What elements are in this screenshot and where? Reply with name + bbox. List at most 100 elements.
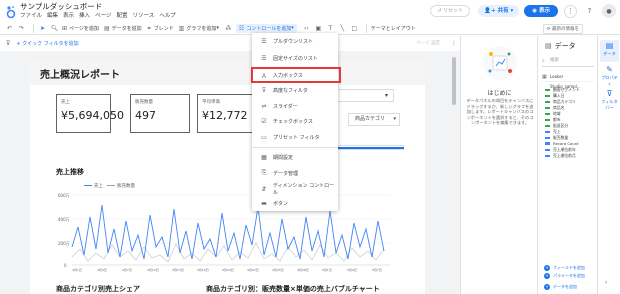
getting-started-description: データパネルの項目をキャンバスにドラッグするか、新しいグラフを追加します。レポー… <box>466 98 534 126</box>
menu-item-data-control[interactable]: ⎘ データ管理 <box>252 167 338 179</box>
image-icon[interactable]: ▣ <box>314 24 323 33</box>
data-panel: ▤ データ ⌕ 検索 ▦ Looker Studio_sampl... 顧客セグメント… <box>537 36 597 294</box>
chevron-right-icon[interactable]: › <box>605 279 607 286</box>
menu-edit[interactable]: 編集 <box>47 12 58 20</box>
chevron-down-icon: ▾ <box>393 116 396 122</box>
date-slider-track[interactable] <box>336 145 404 150</box>
menu-insert[interactable]: 挿入 <box>79 12 90 20</box>
divider <box>365 23 367 33</box>
dimension-icon <box>545 100 550 104</box>
data-search-input[interactable]: ⌕ 検索 <box>542 56 594 67</box>
metric-icon <box>545 130 550 134</box>
dimension-control-icon: ⇵ <box>261 185 267 193</box>
menu-item-advanced-filter[interactable]: ⊽ 高度なフィルタ <box>252 84 338 96</box>
report-title[interactable]: 売上概況レポート <box>40 66 120 81</box>
menu-item-slider[interactable]: ⇌ スライダー <box>252 100 338 112</box>
add-chart-button[interactable]: ▥ グラフを追加 ▾ <box>179 25 219 32</box>
code-icon[interactable]: ‹› <box>302 24 311 33</box>
title-bar: サンプルダッシュボード ファイル 編集 表示 挿入 ページ 配置 リソース ヘル… <box>0 0 620 22</box>
blend-button[interactable]: ⚭ ブレンド <box>147 25 174 32</box>
y-tick-label: 600万 <box>58 193 70 198</box>
x-tick-label: 4月16日 <box>197 268 209 272</box>
scorecard-quantity[interactable]: 販売数量 497 <box>130 94 190 133</box>
select-cursor-icon[interactable]: ➤ <box>38 24 47 33</box>
document-title[interactable]: サンプルダッシュボード <box>20 2 176 11</box>
canvas-scrollbar[interactable] <box>452 57 456 105</box>
menu-item-dropdown-list[interactable]: ☰ プルダウンリスト <box>252 35 338 47</box>
zoom-icon[interactable]: 🔍︎ <box>50 24 59 33</box>
getting-started-illustration-icon <box>483 46 517 80</box>
plus-icon: + <box>544 284 550 290</box>
metric-icon <box>545 148 550 152</box>
undo-icon[interactable]: ↶ <box>5 24 14 33</box>
x-tick-label: 4月22日 <box>247 268 259 272</box>
view-button[interactable]: ◉ 表示 <box>524 5 558 17</box>
menu-item-checkbox[interactable]: ☑ チェックボックス <box>252 115 338 127</box>
add-page-button[interactable]: ⊞ ページを追加 <box>62 25 99 32</box>
add-page-icon: ⊞ <box>62 24 68 32</box>
scorecard-sales[interactable]: 売上 ¥5,694,050 <box>56 94 124 133</box>
menu-resource[interactable]: リソース <box>132 12 154 20</box>
scorecard-value: 497 <box>135 109 156 122</box>
share-button[interactable]: 👤+ 共有 ▾ <box>478 5 520 17</box>
eye-icon: ◉ <box>532 8 539 14</box>
menu-item-date-range[interactable]: ▦ 期間設定 <box>252 151 338 163</box>
menu-help[interactable]: ヘルプ <box>159 12 176 20</box>
dimension-icon <box>545 94 550 98</box>
scorecard-label: 平均単価 <box>202 100 220 105</box>
page-settings-hint: ページ 設定 <box>416 41 440 46</box>
menu-item-preset-filter[interactable]: ▭ プリセット フィルタ <box>252 131 338 143</box>
scorecard-avg-price[interactable]: 平均単価 ¥12,772 <box>197 94 253 133</box>
x-tick-label: 5月4日 <box>347 268 357 272</box>
trend-chart[interactable]: 600万 400万 200万 0 4月1日 4月4日 4月7日 4月10日 4月… <box>52 187 392 273</box>
add-data-link[interactable]: + データを追加 <box>544 284 577 290</box>
more-icon[interactable]: ⋮ <box>451 40 457 47</box>
bubble-chart-title: 商品カテゴリ別：販売数量×単価の売上バブルチャート <box>206 285 380 293</box>
report-canvas[interactable]: 売上概況レポート 売上 ¥5,694,050 販売数量 497 平均単価 ¥12… <box>0 51 460 294</box>
avatar[interactable]: ● <box>602 4 616 18</box>
menu-item-button[interactable]: ▬ ボタン <box>252 197 338 209</box>
dropdown-control[interactable]: ▾ <box>334 89 394 102</box>
y-axis-labels: 600万 400万 200万 0 <box>58 193 70 268</box>
field-item[interactable]: Record Count <box>545 141 579 146</box>
menu-item-dimension-control[interactable]: ⇵ ディメンション コントロール <box>252 183 338 196</box>
add-data-button[interactable]: ▤ データを追加 <box>104 25 142 32</box>
tab-data[interactable]: ▤ データ <box>600 40 619 62</box>
category-control[interactable]: 商品カテゴリ ▾ <box>348 113 400 126</box>
text-icon[interactable]: T <box>326 24 335 33</box>
tab-filter-bar[interactable]: ⊽ フィルタ バー <box>600 88 619 110</box>
app-window: サンプルダッシュボード ファイル 編集 表示 挿入 ページ 配置 リソース ヘル… <box>0 0 620 294</box>
x-tick-label: 5月7日 <box>372 268 382 272</box>
looker-studio-logo-icon[interactable] <box>5 5 17 19</box>
filter-icon[interactable]: ⊽ <box>6 40 10 47</box>
menu-file[interactable]: ファイル <box>20 12 42 20</box>
x-tick-label: 4月19日 <box>222 268 234 272</box>
add-parameter-button[interactable]: + パラメータを追加 <box>544 273 585 279</box>
line-icon[interactable]: ╲ <box>338 24 347 33</box>
help-icon[interactable]: ? <box>583 5 596 18</box>
data-panel-icon: ▤ <box>545 42 552 50</box>
more-options-icon[interactable]: ⋮ <box>564 4 577 18</box>
menu-page[interactable]: ページ <box>95 12 111 20</box>
data-control-icon: ⎘ <box>261 169 267 176</box>
data-source-item[interactable]: ▦ Looker Studio_sampl... <box>542 72 594 89</box>
redo-icon[interactable]: ↷ <box>17 24 26 33</box>
reset-button[interactable]: ↺ リセット <box>430 5 471 17</box>
tab-properties[interactable]: ✎ プロパティ <box>600 64 619 86</box>
button-icon: ▬ <box>261 199 267 207</box>
shape-icon[interactable]: □ <box>350 24 359 33</box>
menu-item-fixed-size-list[interactable]: ☰ 固定サイズのリスト <box>252 52 338 64</box>
theme-layout-button[interactable]: テーマとレイアウト <box>371 25 416 32</box>
add-control-button[interactable]: ☷ コントロールを追加 ▾ <box>235 23 297 33</box>
menu-view[interactable]: 表示 <box>63 12 74 20</box>
menu-arrange[interactable]: 配置 <box>116 12 127 20</box>
slider-icon: ⇌ <box>261 102 267 110</box>
y-tick-label: 200万 <box>58 241 70 246</box>
x-tick-label: 4月1日 <box>72 268 82 272</box>
field-item[interactable]: 売上順位前月 <box>545 153 576 159</box>
refresh-button[interactable]: ⟳ 最新の情報を <box>542 24 583 34</box>
community-viz-icon[interactable]: ⁂ <box>224 24 233 33</box>
series-line-sales <box>71 204 385 260</box>
add-field-button[interactable]: + フィールドを追加 <box>544 265 585 271</box>
quick-filter-button[interactable]: + クイック フィルタを追加 <box>16 40 78 47</box>
